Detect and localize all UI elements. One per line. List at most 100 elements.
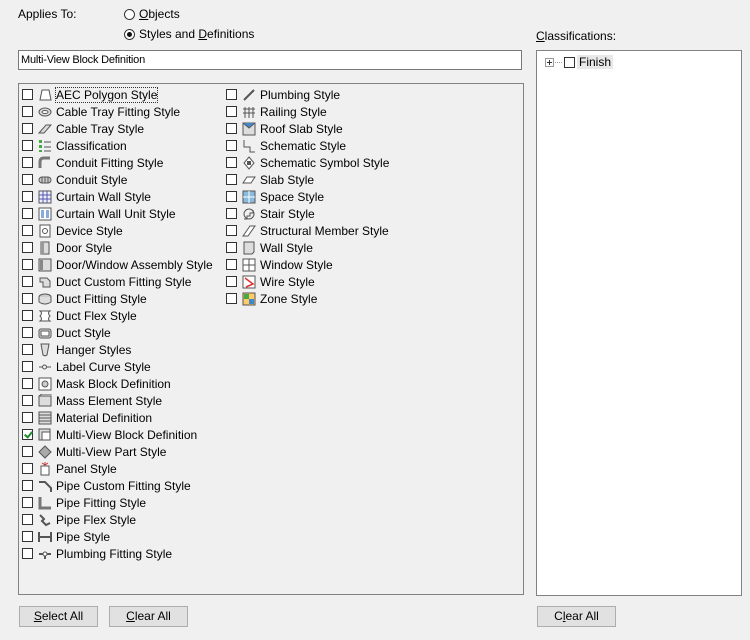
style-item[interactable]: Hanger Styles — [22, 341, 131, 358]
style-item[interactable]: AEC Polygon Style — [22, 86, 159, 103]
style-checkbox[interactable] — [22, 191, 33, 202]
style-item[interactable]: Door/Window Assembly Style — [22, 256, 213, 273]
style-checkbox[interactable] — [22, 174, 33, 185]
style-item[interactable]: Duct Custom Fitting Style — [22, 273, 191, 290]
style-checkbox[interactable] — [22, 106, 33, 117]
style-checkbox[interactable] — [226, 191, 237, 202]
style-item[interactable]: Schematic Symbol Style — [226, 154, 389, 171]
style-checkbox[interactable] — [22, 208, 33, 219]
style-checkbox[interactable] — [22, 463, 33, 474]
style-item[interactable]: Classification — [22, 137, 127, 154]
style-checkbox[interactable] — [22, 395, 33, 406]
style-checkbox[interactable] — [226, 106, 237, 117]
style-checkbox[interactable] — [22, 123, 33, 134]
radio-styles-button[interactable] — [124, 28, 135, 40]
style-item[interactable]: Wire Style — [226, 273, 315, 290]
style-item[interactable]: Plumbing Style — [226, 86, 340, 103]
style-item[interactable]: Multi-View Part Style — [22, 443, 166, 460]
styles-checklist[interactable]: AEC Polygon Style Cable Tray Fitting Styl… — [18, 83, 524, 595]
expand-icon[interactable] — [545, 57, 554, 67]
style-item[interactable]: Cable Tray Fitting Style — [22, 103, 180, 120]
style-item[interactable]: Cable Tray Style — [22, 120, 144, 137]
style-item[interactable]: Mass Element Style — [22, 392, 162, 409]
style-item-label: Cable Tray Style — [56, 121, 145, 136]
style-item-label: Duct Custom Fitting Style — [56, 274, 192, 289]
style-checkbox[interactable] — [22, 361, 33, 372]
tree-node-checkbox[interactable] — [564, 56, 575, 68]
style-checkbox[interactable] — [22, 531, 33, 542]
style-item[interactable]: Duct Flex Style — [22, 307, 137, 324]
style-checkbox[interactable] — [22, 446, 33, 457]
style-checkbox[interactable] — [22, 242, 33, 253]
style-item[interactable]: Pipe Flex Style — [22, 511, 136, 528]
style-item[interactable]: Material Definition — [22, 409, 152, 426]
style-item[interactable]: Pipe Fitting Style — [22, 494, 146, 511]
style-checkbox[interactable] — [226, 123, 237, 134]
style-item[interactable]: Window Style — [226, 256, 333, 273]
style-checkbox[interactable] — [226, 208, 237, 219]
radio-objects[interactable]: Objects — [124, 6, 180, 22]
style-checkbox[interactable] — [22, 429, 33, 440]
style-item[interactable]: Slab Style — [226, 171, 314, 188]
style-checkbox[interactable] — [22, 157, 33, 168]
style-item[interactable]: Railing Style — [226, 103, 327, 120]
style-item[interactable]: Wall Style — [226, 239, 313, 256]
style-checkbox[interactable] — [22, 378, 33, 389]
definition-name-field[interactable]: Multi-View Block Definition — [18, 50, 522, 70]
style-checkbox[interactable] — [22, 548, 33, 559]
style-checkbox[interactable] — [22, 344, 33, 355]
style-item[interactable]: Schematic Style — [226, 137, 346, 154]
style-checkbox[interactable] — [22, 514, 33, 525]
style-checkbox[interactable] — [226, 225, 237, 236]
style-item[interactable]: Space Style — [226, 188, 324, 205]
style-checkbox[interactable] — [22, 89, 33, 100]
style-checkbox[interactable] — [22, 259, 33, 270]
style-checkbox[interactable] — [22, 497, 33, 508]
style-item[interactable]: Plumbing Fitting Style — [22, 545, 172, 562]
style-item[interactable]: Multi-View Block Definition — [22, 426, 197, 443]
style-item[interactable]: Structural Member Style — [226, 222, 389, 239]
style-checkbox[interactable] — [22, 276, 33, 287]
style-checkbox[interactable] — [22, 327, 33, 338]
style-item[interactable]: Roof Slab Style — [226, 120, 343, 137]
radio-objects-button[interactable] — [124, 8, 135, 20]
style-item[interactable]: Curtain Wall Unit Style — [22, 205, 176, 222]
style-checkbox[interactable] — [226, 174, 237, 185]
style-item[interactable]: Door Style — [22, 239, 112, 256]
style-item[interactable]: Pipe Style — [22, 528, 110, 545]
style-checkbox[interactable] — [22, 140, 33, 151]
style-item[interactable]: Duct Style — [22, 324, 111, 341]
style-item[interactable]: Stair Style — [226, 205, 315, 222]
style-checkbox[interactable] — [22, 480, 33, 491]
style-item[interactable]: Conduit Style — [22, 171, 127, 188]
curtain-wall-icon — [38, 190, 52, 204]
style-checkbox[interactable] — [22, 225, 33, 236]
style-checkbox[interactable] — [226, 259, 237, 270]
style-item[interactable]: Panel Style — [22, 460, 117, 477]
clear-all-button[interactable]: Clear All — [109, 606, 188, 627]
style-item[interactable]: Label Curve Style — [22, 358, 151, 375]
classifications-tree[interactable]: Finish — [536, 50, 742, 596]
radio-styles-and-definitions[interactable]: Styles and Definitions — [124, 26, 254, 42]
style-checkbox[interactable] — [226, 157, 237, 168]
style-checkbox[interactable] — [22, 293, 33, 304]
style-item[interactable]: Zone Style — [226, 290, 317, 307]
style-item[interactable]: Duct Fitting Style — [22, 290, 147, 307]
style-checkbox[interactable] — [226, 89, 237, 100]
style-checkbox[interactable] — [226, 276, 237, 287]
select-all-button[interactable]: Select All — [19, 606, 98, 627]
style-item[interactable]: Mask Block Definition — [22, 375, 171, 392]
style-checkbox[interactable] — [226, 140, 237, 151]
style-checkbox[interactable] — [226, 293, 237, 304]
classifications-clear-all-button[interactable]: Clear All — [537, 606, 616, 627]
style-item-label: Railing Style — [260, 104, 327, 119]
style-checkbox[interactable] — [226, 242, 237, 253]
style-item[interactable]: Pipe Custom Fitting Style — [22, 477, 191, 494]
style-item[interactable]: Curtain Wall Style — [22, 188, 151, 205]
style-checkbox[interactable] — [22, 310, 33, 321]
wire-icon — [242, 275, 256, 289]
style-item[interactable]: Conduit Fitting Style — [22, 154, 163, 171]
style-checkbox[interactable] — [22, 412, 33, 423]
tree-node-finish[interactable]: Finish — [545, 54, 614, 70]
style-item[interactable]: Device Style — [22, 222, 123, 239]
